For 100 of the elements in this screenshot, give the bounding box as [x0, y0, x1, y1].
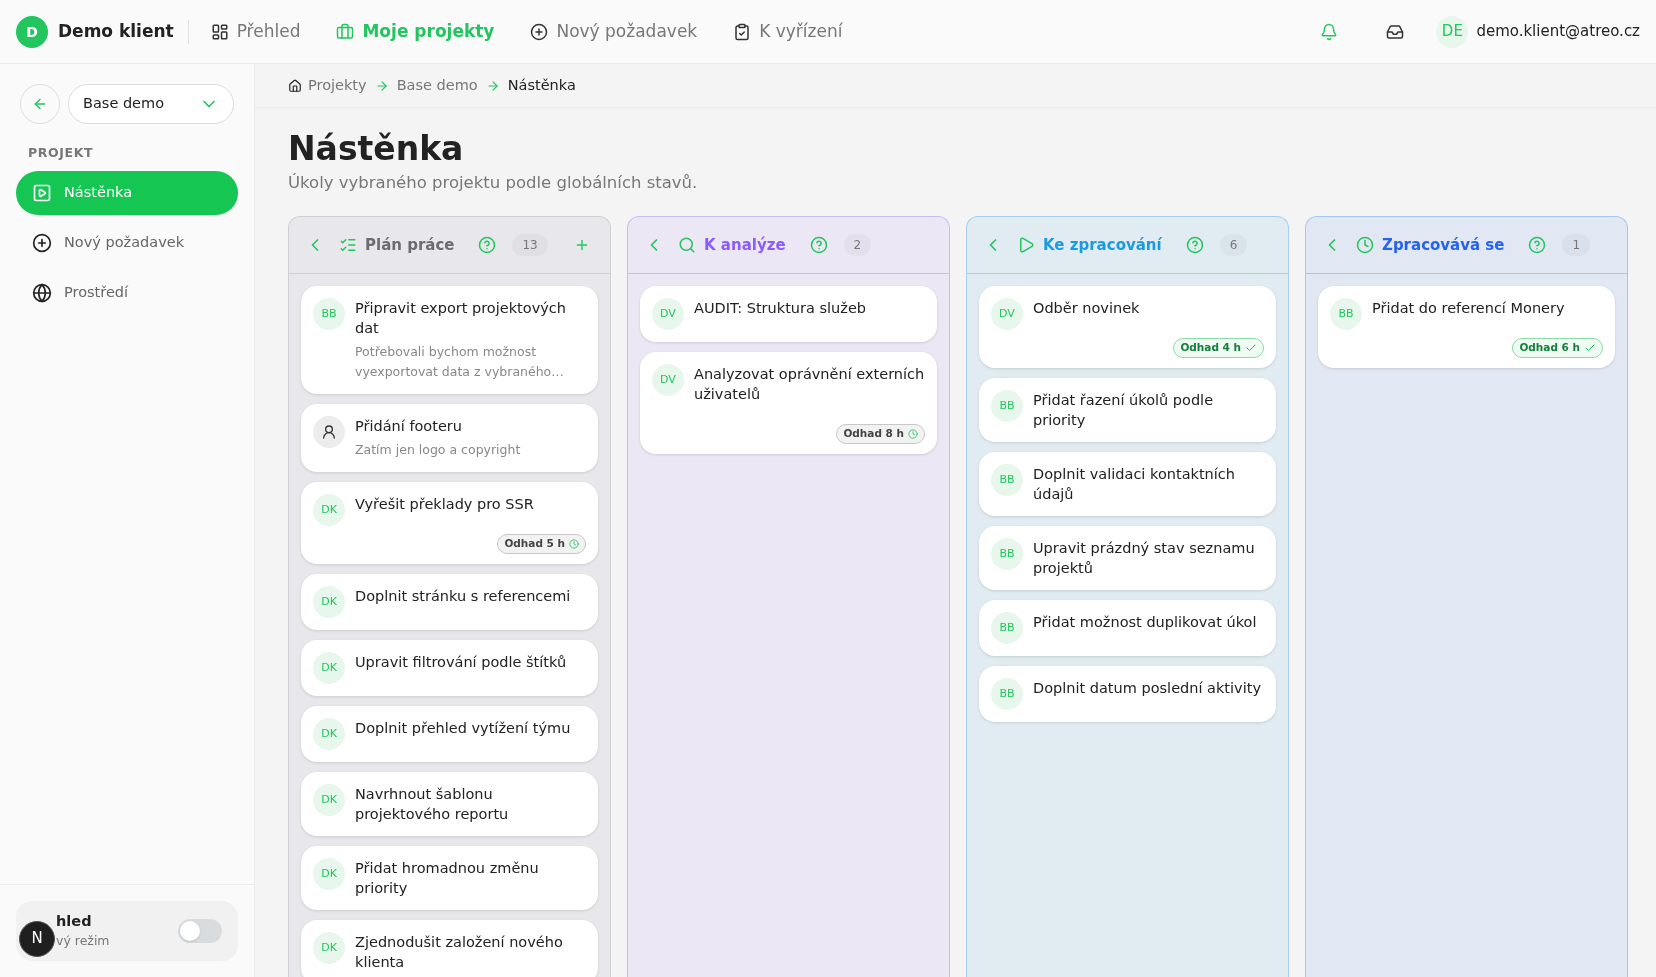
task-title: Vyřešit překlady pro SSR [355, 495, 535, 514]
avatar: DV [991, 298, 1023, 330]
plus-circle-icon [530, 22, 549, 41]
estimate-badge: Odhad 5 h [497, 534, 586, 554]
avatar: BB [1330, 298, 1362, 330]
task-card[interactable]: DK Zjednodušit založení nového klienta [301, 919, 598, 977]
task-title: Zjednodušit založení nového klienta [355, 932, 564, 972]
breadcrumb-link[interactable]: Projekty [308, 74, 367, 97]
sidebar-item[interactable]: Nový požadavek [16, 220, 238, 265]
task-title: Přidat řazení úkolů podle priority [1033, 390, 1215, 430]
avatar: DK [313, 857, 345, 890]
play-icon [1017, 236, 1035, 254]
task-card[interactable]: DK Navrhnout šablonu projektového reportu [301, 771, 598, 836]
briefcase-icon [336, 22, 355, 41]
avatar: BB [991, 389, 1023, 422]
task-count: 6 [1219, 234, 1248, 256]
dashboard-icon [210, 22, 229, 41]
task-card[interactable]: DK Doplnit přehled vytížení týmu [301, 705, 598, 762]
task-count: 1 [1562, 234, 1591, 256]
task-title: Doplnit validaci kontaktních údajů [1033, 464, 1236, 504]
task-card[interactable]: DV Odběr novinek Odhad 4 h [979, 286, 1276, 368]
help-icon[interactable] [1528, 236, 1547, 254]
task-title: Přidat hromadnou změnu priority [355, 858, 540, 898]
avatar: BB [991, 611, 1023, 644]
nav-link[interactable]: Přehled [210, 18, 301, 45]
brand-name: Demo klient [58, 19, 174, 43]
task-title: Upravit filtrování podle štítků [355, 652, 568, 672]
help-icon[interactable] [478, 236, 497, 254]
task-title: Přidání footeru [355, 417, 463, 436]
task-card[interactable]: BB Doplnit datum poslední aktivity [979, 665, 1276, 722]
user-email[interactable]: demo.klient@atreo.cz [1476, 20, 1640, 43]
task-card[interactable]: DK Doplnit stránku s referencemi [301, 573, 598, 630]
clock-icon [1356, 236, 1374, 254]
avatar: DK [313, 931, 345, 964]
avatar: DK [313, 651, 345, 684]
task-title: AUDIT: Struktura služeb [694, 299, 867, 318]
avatar: DK [313, 783, 345, 816]
nav-link[interactable]: Nový požadavek [530, 18, 698, 45]
plus-circle-icon [32, 232, 52, 253]
clock-icon [569, 538, 579, 549]
estimate-badge: Odhad 8 h [836, 424, 925, 444]
column-title: Ke zpracování [1043, 234, 1162, 256]
section-label: PROJEKT [27, 144, 95, 162]
task-title: Doplnit přehled vytížení týmu [355, 718, 572, 738]
task-card[interactable]: DV Analyzovat oprávnění externích uživatelů Odhad 8 h [640, 352, 937, 454]
arrow-right-icon [485, 78, 500, 93]
task-card[interactable]: BB Přidat do referencí Monery Odhad 6 h [1318, 286, 1615, 368]
dark-mode-toggle[interactable] [178, 918, 222, 943]
task-card[interactable]: Přidání footeru Zatím jen logo a copyright [301, 404, 598, 472]
task-title: Analyzovat oprávnění externích uživatelů [694, 365, 925, 404]
board-icon [32, 182, 52, 203]
task-card[interactable]: DK Vyřešit překlady pro SSR Odhad 5 h [301, 482, 598, 564]
task-description: Potřebovali bychom možnost vyexportovat data z vybraného… [355, 343, 565, 381]
task-title: Navrhnout šablonu projektového reportu [355, 784, 510, 824]
task-card[interactable]: DK Upravit filtrování podle štítků [301, 639, 598, 696]
search-icon [678, 236, 696, 254]
task-card[interactable]: BB Připravit export projektových dat Potřebovali bychom možnost vyexportovat data z vybraného… [301, 286, 598, 394]
task-count: 2 [843, 234, 872, 256]
help-icon[interactable] [1185, 236, 1204, 254]
avatar: DV [652, 364, 684, 396]
task-card[interactable]: DV AUDIT: Struktura služeb [640, 286, 937, 342]
task-card[interactable]: BB Přidat řazení úkolů podle priority [979, 377, 1276, 442]
column-title: K analýze [704, 234, 786, 256]
task-card[interactable]: BB Přidat možnost duplikovat úkol [979, 599, 1276, 656]
nav-link[interactable]: K vyřízení [733, 18, 843, 45]
task-title: Doplnit datum poslední aktivity [1033, 678, 1262, 698]
arrow-right-icon [374, 78, 389, 93]
avatar: BB [991, 537, 1023, 570]
task-title: Upravit prázdný stav seznamu projektů [1033, 538, 1256, 578]
project-select[interactable]: Base demo [68, 84, 234, 124]
task-card[interactable]: BB Upravit prázdný stav seznamu projektů [979, 525, 1276, 590]
plus-icon [574, 237, 590, 253]
avatar: BB [313, 298, 345, 330]
avatar: DK [313, 494, 345, 526]
avatar: DK [313, 717, 345, 750]
task-description: Zatím jen logo a copyright [355, 441, 522, 459]
inbox-icon[interactable] [1386, 22, 1405, 41]
task-title: Přidat do referencí Monery [1372, 299, 1566, 318]
page-title: Nástěnka [288, 128, 465, 170]
notifications-icon[interactable] [1320, 22, 1339, 41]
clipboard-icon [733, 22, 752, 41]
task-title: Doplnit stránku s referencemi [355, 586, 572, 606]
help-icon[interactable] [809, 236, 828, 254]
avatar: BB [991, 677, 1023, 710]
column-title: Zpracovává se [1382, 234, 1505, 256]
home-icon[interactable] [288, 78, 302, 93]
task-card[interactable]: DK Přidat hromadnou změnu priority [301, 845, 598, 910]
task-count: 13 [512, 234, 548, 256]
task-card[interactable]: BB Doplnit validaci kontaktních údajů [979, 451, 1276, 516]
breadcrumb-link[interactable]: Nástěnka [507, 74, 576, 97]
sidebar-item[interactable]: Prostředí [16, 270, 238, 315]
task-title: Přidat možnost duplikovat úkol [1033, 612, 1258, 632]
user-icon [321, 424, 337, 440]
task-title: Odběr novinek [1033, 299, 1141, 318]
breadcrumb-link[interactable]: Base demo [396, 74, 478, 97]
estimate-badge: Odhad 6 h [1512, 338, 1603, 358]
avatar: DK [313, 585, 345, 618]
appearance-title: hled [56, 911, 92, 931]
appearance-subtitle: vý režim [56, 932, 110, 951]
list-icon [339, 236, 357, 254]
